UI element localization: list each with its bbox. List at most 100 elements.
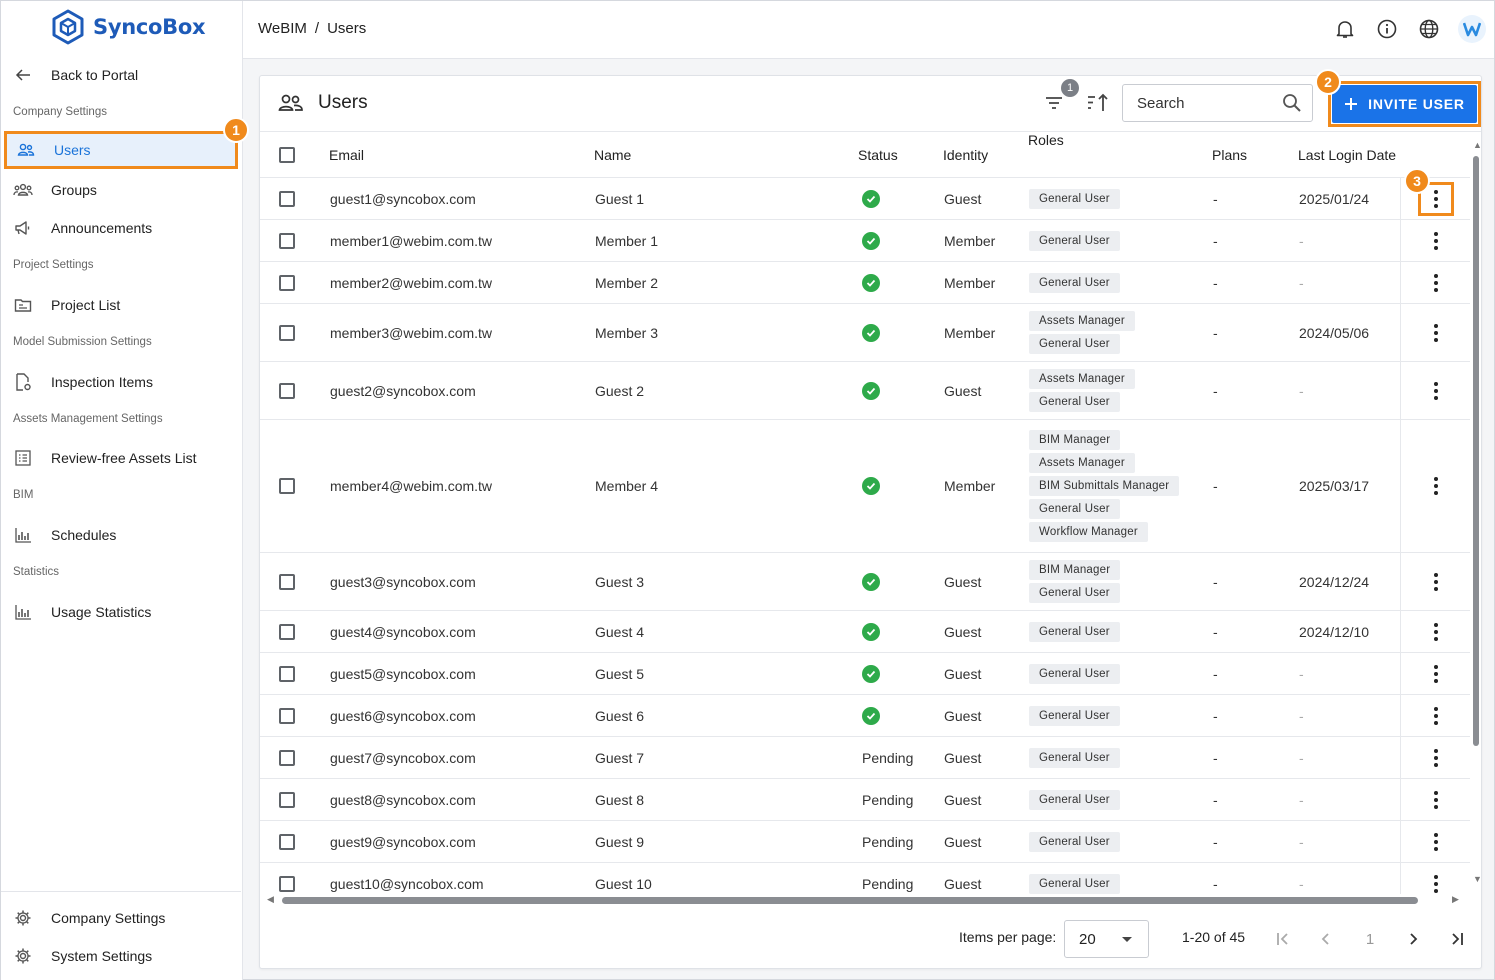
more-vert-icon[interactable] <box>1433 706 1438 725</box>
sidebar-item-review-free-assets[interactable]: Review-free Assets List <box>1 439 241 477</box>
row-checkbox[interactable] <box>279 623 295 640</box>
sidebar-item-system-settings[interactable]: System Settings <box>1 937 241 975</box>
last-page-button[interactable] <box>1444 926 1470 952</box>
table-row[interactable]: guest4@syncobox.com Guest 4 Guest General U… <box>260 611 1470 653</box>
sidebar-item-usage-statistics[interactable]: Usage Statistics <box>1 593 241 631</box>
row-checkbox[interactable] <box>279 707 295 724</box>
more-vert-icon[interactable] <box>1433 381 1438 400</box>
sidebar-item-schedules[interactable]: Schedules <box>1 516 241 554</box>
vertical-scrollbar[interactable]: ▲ ▼ <box>1470 138 1481 894</box>
breadcrumb-root[interactable]: WeBIM <box>258 20 307 37</box>
table-row[interactable]: guest8@syncobox.com Guest 8 Pending Guest Ge… <box>260 779 1470 821</box>
table-row[interactable]: guest6@syncobox.com Guest 6 Guest General U… <box>260 695 1470 737</box>
header-plans[interactable]: Plans <box>1212 132 1247 177</box>
row-checkbox[interactable] <box>279 665 295 682</box>
sort-icon <box>1088 93 1108 111</box>
role-chip: BIM Submittals Manager <box>1029 476 1180 496</box>
table-row[interactable]: member3@webim.com.tw Member 3 Member Assets… <box>260 304 1470 362</box>
info-icon[interactable] <box>1374 16 1400 42</box>
row-checkbox[interactable] <box>279 478 295 494</box>
more-vert-icon[interactable] <box>1433 231 1438 250</box>
table-row[interactable]: guest9@syncobox.com Guest 9 Pending Guest Ge… <box>260 821 1470 863</box>
row-checkbox-cell <box>279 304 295 361</box>
status-active-icon <box>862 622 880 641</box>
row-checkbox[interactable] <box>279 749 295 766</box>
scroll-up-arrow[interactable]: ▲ <box>1473 140 1481 150</box>
table-row[interactable]: guest5@syncobox.com Guest 5 Guest General U… <box>260 653 1470 695</box>
more-vert-icon[interactable] <box>1433 622 1438 641</box>
more-vert-icon[interactable] <box>1433 572 1438 591</box>
search-icon[interactable] <box>1282 93 1302 113</box>
more-vert-icon[interactable] <box>1433 323 1438 342</box>
next-page-button[interactable] <box>1400 926 1426 952</box>
table-row[interactable]: guest3@syncobox.com Guest 3 Guest BIM Manag… <box>260 553 1470 611</box>
current-page[interactable]: 1 <box>1357 926 1383 952</box>
cell-last-login: - <box>1299 382 1304 399</box>
logo[interactable]: SyncoBox <box>51 9 206 45</box>
scroll-down-arrow[interactable]: ▼ <box>1473 874 1481 884</box>
search-input[interactable] <box>1137 94 1277 112</box>
scroll-right-arrow[interactable]: ▶ <box>1452 894 1459 905</box>
more-vert-icon[interactable] <box>1433 477 1438 495</box>
prev-page-button[interactable] <box>1313 926 1339 952</box>
first-page-button[interactable] <box>1270 926 1296 952</box>
syncobox-logo-icon <box>52 9 84 45</box>
select-all-cell <box>279 132 295 177</box>
table-row[interactable]: member1@webim.com.tw Member 1 Member Genera… <box>260 220 1470 262</box>
header-identity[interactable]: Identity <box>943 132 988 177</box>
sidebar-item-company-settings[interactable]: Company Settings <box>1 899 241 937</box>
sort-button[interactable] <box>1086 92 1110 116</box>
invite-user-button[interactable]: INVITE USER <box>1332 85 1477 123</box>
row-checkbox[interactable] <box>279 573 295 590</box>
globe-icon[interactable] <box>1416 16 1442 42</box>
row-checkbox[interactable] <box>279 382 295 399</box>
row-checkbox[interactable] <box>279 324 295 341</box>
bell-icon[interactable] <box>1332 16 1358 42</box>
user-avatar[interactable] <box>1458 15 1486 43</box>
more-vert-icon[interactable] <box>1433 273 1438 292</box>
table-row[interactable]: guest10@syncobox.com Guest 10 Pending Guest… <box>260 863 1470 894</box>
sidebar-item-groups[interactable]: Groups <box>1 171 241 209</box>
sidebar-item-inspection-items[interactable]: Inspection Items <box>1 363 241 401</box>
horizontal-scroll-thumb[interactable] <box>282 897 1418 904</box>
vertical-scroll-thumb[interactable] <box>1473 156 1479 746</box>
table-row[interactable]: member4@webim.com.tw Member 4 Member BIM Ma… <box>260 420 1470 553</box>
horizontal-scrollbar[interactable]: ◀ ▶ <box>260 894 1470 906</box>
header-last-login[interactable]: Last Login Date <box>1298 132 1396 177</box>
cell-email: guest1@syncobox.com <box>330 190 476 207</box>
cell-status <box>860 653 880 694</box>
row-actions-cell <box>1400 863 1470 894</box>
more-vert-icon[interactable] <box>1433 748 1438 767</box>
table-row[interactable]: guest2@syncobox.com Guest 2 Guest Assets Ma… <box>260 362 1470 420</box>
more-vert-icon[interactable] <box>1433 664 1438 683</box>
table-row[interactable]: guest1@syncobox.com Guest 1 Guest General U… <box>260 178 1470 220</box>
more-vert-icon[interactable] <box>1433 790 1438 809</box>
row-checkbox[interactable] <box>279 190 295 207</box>
sidebar-item-announcements[interactable]: Announcements <box>1 209 241 247</box>
row-checkbox[interactable] <box>279 274 295 291</box>
row-checkbox[interactable] <box>279 232 295 249</box>
scroll-left-arrow[interactable]: ◀ <box>267 894 274 905</box>
filter-button[interactable] <box>1043 92 1067 116</box>
header-status[interactable]: Status <box>858 132 898 177</box>
more-vert-icon[interactable] <box>1433 832 1438 851</box>
select-all-checkbox[interactable] <box>279 146 295 163</box>
header-email[interactable]: Email <box>329 132 364 177</box>
sidebar-item-project-list[interactable]: Project List <box>1 286 241 324</box>
items-per-page-select[interactable]: 20 <box>1064 920 1149 958</box>
sidebar-item-users[interactable]: Users <box>4 131 238 169</box>
search-field[interactable] <box>1122 84 1313 122</box>
cell-identity: Guest <box>944 190 982 207</box>
role-chip: General User <box>1029 334 1120 354</box>
header-roles[interactable]: Roles <box>1028 132 1064 177</box>
row-checkbox[interactable] <box>279 875 295 892</box>
row-checkbox[interactable] <box>279 791 295 808</box>
table-row[interactable]: member2@webim.com.tw Member 2 Member Genera… <box>260 262 1470 304</box>
users-icon <box>16 140 36 160</box>
row-checkbox[interactable] <box>279 833 295 850</box>
row-actions-cell <box>1400 779 1470 820</box>
header-name[interactable]: Name <box>594 132 631 177</box>
more-vert-icon[interactable] <box>1433 874 1438 893</box>
table-row[interactable]: guest7@syncobox.com Guest 7 Pending Guest Ge… <box>260 737 1470 779</box>
back-to-portal-link[interactable]: Back to Portal <box>1 56 241 94</box>
